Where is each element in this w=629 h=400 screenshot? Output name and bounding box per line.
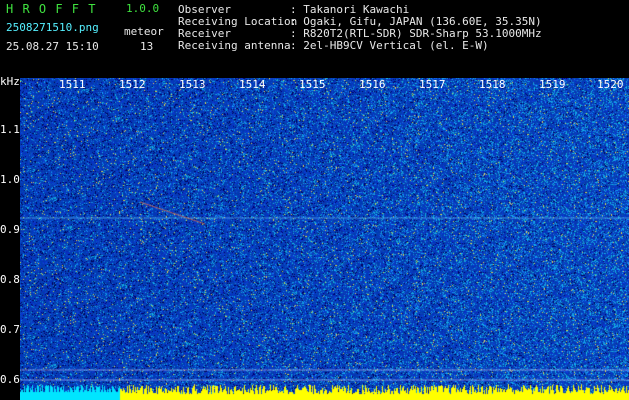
category-label: meteor (124, 25, 164, 38)
info-value-antenna: : 2el-HB9CV Vertical (el. E-W) (290, 39, 489, 52)
header-panel: H R O F F T 1.0.0 2508271510.png meteor … (0, 0, 629, 76)
x-tick-label: 1518 (479, 78, 506, 91)
app-title: H R O F F T (6, 2, 97, 16)
y-tick-label: 0.9 (0, 223, 20, 236)
x-tick-label: 1519 (539, 78, 566, 91)
x-tick-label: 1517 (419, 78, 446, 91)
x-tick-label: 1514 (239, 78, 266, 91)
y-tick-label: 1.1 (0, 123, 20, 136)
app-version: 1.0.0 (126, 2, 160, 15)
y-axis: kHz 1.1 1.0 0.9 0.8 0.7 0.6 (0, 76, 20, 400)
x-tick-label: 1511 (59, 78, 86, 91)
date-time: 25.08.27 15:10 (6, 40, 99, 53)
x-tick-label: 1515 (299, 78, 326, 91)
meteor-count: 13 (140, 40, 154, 53)
file-name: 2508271510.png (6, 21, 99, 34)
x-tick-label: 1513 (179, 78, 206, 91)
spectrogram (20, 78, 629, 400)
x-tick-label: 1516 (359, 78, 386, 91)
y-tick-label: 0.8 (0, 273, 20, 286)
y-tick-label: 1.0 (0, 173, 20, 186)
y-tick-label: 0.7 (0, 323, 20, 336)
y-tick-label: 0.6 (0, 373, 20, 386)
x-tick-label: 1520 (597, 78, 624, 91)
x-tick-label: 1512 (119, 78, 146, 91)
y-axis-unit: kHz (0, 75, 20, 88)
info-label-antenna: Receiving antenna (178, 39, 291, 52)
